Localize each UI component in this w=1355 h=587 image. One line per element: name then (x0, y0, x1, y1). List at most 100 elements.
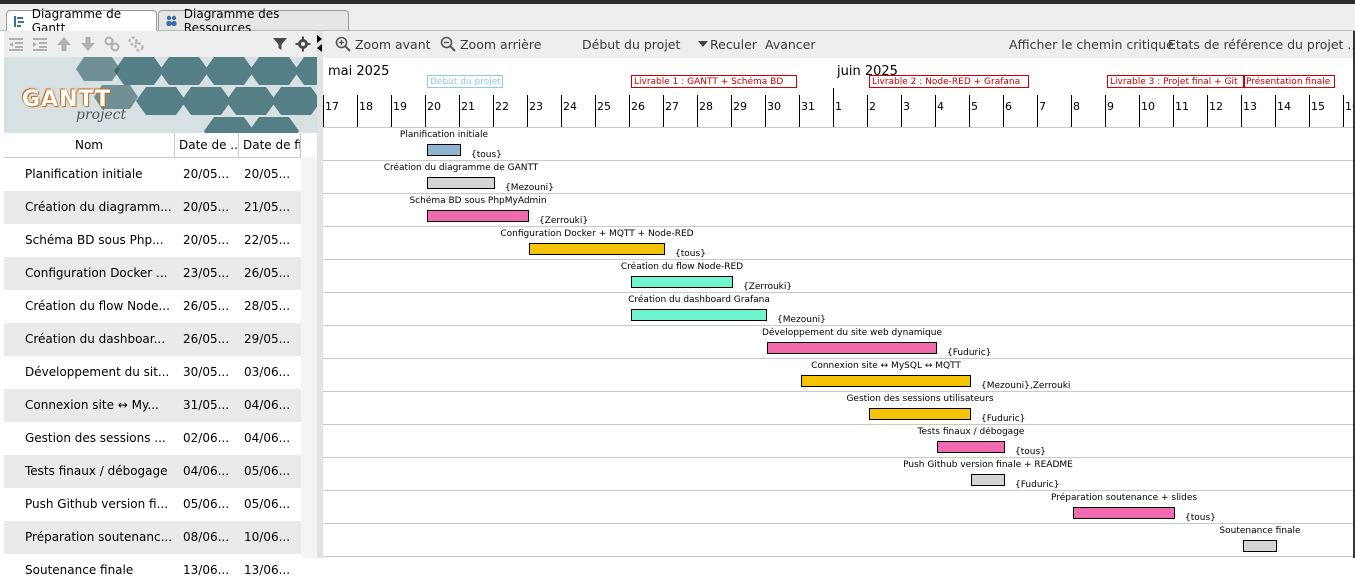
milestone-marker[interactable]: Livrable 2 : Node-RED + Grafana (869, 75, 1029, 88)
zoom-out-button[interactable]: Zoom arrière (440, 31, 541, 58)
task-tree-panel: GANTT project Nom Date de ... Date de fi… (4, 31, 317, 577)
zoom-out-label: Zoom arrière (459, 37, 542, 52)
day-label: 5 (971, 100, 978, 113)
task-bar-label: Tests finaux / débogage (917, 427, 1025, 437)
day-tick (323, 95, 324, 127)
task-bar[interactable] (427, 177, 495, 189)
indent-icon[interactable] (32, 36, 48, 52)
task-resources-label: {Mezouni} (777, 315, 826, 325)
task-end-cell: 26/05... (244, 266, 291, 280)
task-end-cell: 29/05... (244, 332, 291, 346)
move-down-icon[interactable] (80, 36, 96, 52)
milestone-marker[interactable]: Livrable 1 : GANTT + Schéma BD (631, 75, 797, 88)
task-bar[interactable] (1243, 540, 1277, 552)
task-start-cell: 02/06... (183, 431, 230, 445)
move-up-icon[interactable] (56, 36, 72, 52)
row-divider (323, 127, 1355, 128)
critical-path-button[interactable]: Afficher le chemin critique (1009, 31, 1174, 58)
back-button[interactable]: Reculer (710, 31, 757, 58)
day-label: 29 (733, 100, 747, 113)
tab-resources-chart[interactable]: Diagramme des Ressources (158, 7, 349, 35)
table-row[interactable]: Schéma BD sous Php... 20/05... 22/05... (4, 224, 301, 257)
day-tick (527, 95, 528, 127)
project-start-dropdown[interactable]: Début du projet (582, 31, 709, 58)
table-row[interactable]: Soutenance finale 13/06... 13/06... (4, 554, 301, 587)
task-bar[interactable] (801, 375, 971, 387)
day-label: 3 (903, 100, 910, 113)
day-label: 27 (665, 100, 679, 113)
milestone-marker[interactable]: Livrable 3 : Projet final + Git (1107, 75, 1245, 88)
column-header-start[interactable]: Date de ... (175, 133, 239, 157)
table-row[interactable]: Création du diagramm... 20/05... 21/05... (4, 191, 301, 224)
day-tick (731, 95, 732, 127)
table-row[interactable]: Gestion des sessions ... 02/06... 04/06... (4, 422, 301, 455)
task-bar[interactable] (427, 144, 461, 156)
milestone-marker[interactable]: Début du projet (427, 75, 503, 88)
day-label: 30 (767, 100, 781, 113)
unindent-icon[interactable] (8, 36, 24, 52)
day-tick (867, 95, 868, 127)
expand-right-icon[interactable] (317, 35, 322, 43)
day-label: 24 (563, 100, 577, 113)
tab-gantt-chart[interactable]: Diagramme de Gantt (6, 7, 157, 35)
task-end-cell: 28/05... (244, 299, 291, 313)
milestone-marker[interactable]: Présentation finale (1243, 75, 1335, 88)
table-row[interactable]: Connexion site ↔ My... 31/05... 04/06... (4, 389, 301, 422)
task-end-cell: 21/05... (244, 200, 291, 214)
gear-icon[interactable] (295, 36, 311, 52)
table-row[interactable]: Planification initiale 20/05... 20/05... (4, 158, 301, 191)
day-label: 18 (359, 100, 373, 113)
task-bar[interactable] (1073, 507, 1175, 519)
task-bar-label: Création du flow Node-RED (620, 262, 744, 272)
table-row[interactable]: Création du dashboar... 26/05... 29/05... (4, 323, 301, 356)
filter-icon[interactable] (272, 36, 288, 52)
tab-bar: Diagramme de Gantt Diagramme des Ressour… (0, 4, 1355, 35)
day-tick (1275, 95, 1276, 127)
unlink-icon[interactable] (128, 36, 144, 52)
ganttproject-logo: GANTT project (4, 57, 317, 133)
task-bar[interactable] (869, 408, 971, 420)
link-icon[interactable] (104, 36, 120, 52)
task-name-cell: Planification initiale (25, 167, 143, 181)
day-label: 25 (597, 100, 611, 113)
task-bar[interactable] (631, 309, 767, 321)
task-end-cell: 03/06... (244, 365, 291, 379)
task-bar[interactable] (427, 210, 529, 222)
task-end-cell: 05/06... (244, 497, 291, 511)
task-bar[interactable] (937, 441, 1005, 453)
table-row[interactable]: Push Github version fi... 05/06... 05/06..… (4, 488, 301, 521)
forward-button[interactable]: Avancer (765, 31, 816, 58)
day-tick (1207, 95, 1208, 127)
day-label: 17 (325, 100, 339, 113)
column-header-name[interactable]: Nom (4, 133, 175, 157)
baselines-button[interactable]: Etats de référence du projet ... (1168, 31, 1355, 58)
task-bar[interactable] (767, 342, 937, 354)
day-tick (1343, 95, 1344, 127)
zoom-in-button[interactable]: Zoom avant (335, 31, 431, 58)
table-row[interactable]: Préparation soutenanc... 08/06... 10/06... (4, 521, 301, 554)
day-tick (391, 95, 392, 127)
task-table-scrollbar[interactable] (301, 157, 317, 558)
zoom-in-label: Zoom avant (354, 37, 431, 52)
row-divider (323, 292, 1355, 293)
chart-toolbar: Zoom avant Zoom arrière Début du projet … (323, 31, 1355, 58)
task-bar[interactable] (631, 276, 733, 288)
table-row[interactable]: Création du flow Node... 26/05... 28/05... (4, 290, 301, 323)
task-end-cell: 20/05... (244, 167, 291, 181)
day-tick (969, 95, 970, 127)
table-row[interactable]: Tests finaux / débogage 04/06... 05/06... (4, 455, 301, 488)
expand-left-icon[interactable] (317, 44, 322, 52)
day-tick (1003, 95, 1004, 127)
task-resources-label: {Fuduric} (981, 414, 1026, 424)
task-start-cell: 08/06... (183, 530, 230, 544)
column-header-end[interactable]: Date de fin (239, 133, 301, 157)
task-start-cell: 04/06... (183, 464, 230, 478)
task-end-cell: 10/06... (244, 530, 291, 544)
table-row[interactable]: Configuration Docker ... 23/05... 26/05... (4, 257, 301, 290)
task-name-cell: Préparation soutenanc... (25, 530, 173, 544)
task-end-cell: 22/05... (244, 233, 291, 247)
task-bar[interactable] (529, 243, 665, 255)
task-bar[interactable] (971, 474, 1005, 486)
task-name-cell: Création du dashboar... (25, 332, 166, 346)
table-row[interactable]: Développement du sit... 30/05... 03/06... (4, 356, 301, 389)
